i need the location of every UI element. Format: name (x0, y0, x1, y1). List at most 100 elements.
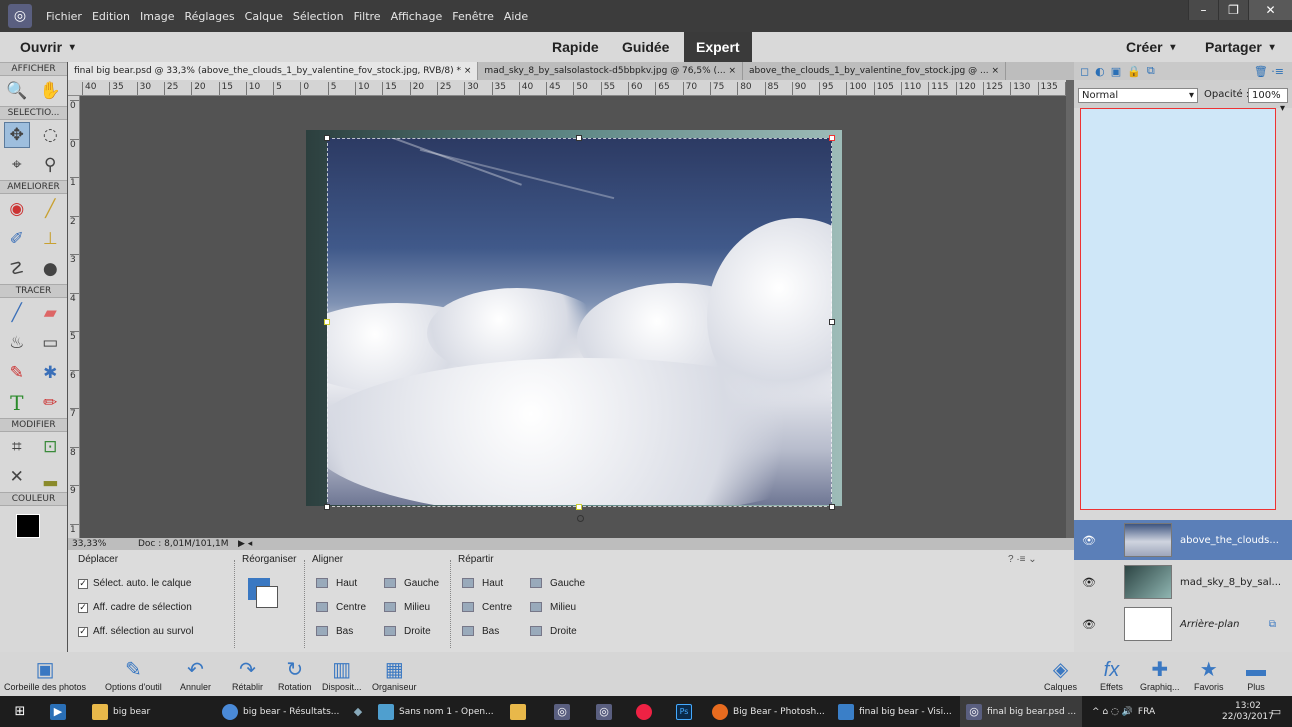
align-center-button[interactable]: Centre (316, 602, 366, 613)
redo-button[interactable]: ↷ Rétablir (232, 658, 263, 692)
start-button[interactable]: ⊞ (12, 696, 28, 727)
layer-above-the-clouds[interactable]: 👁 above_the_clouds... (1074, 520, 1292, 560)
minimize-button[interactable]: – (1188, 0, 1218, 20)
clock[interactable]: 13:02 22/03/2017 (1222, 696, 1274, 727)
transform-handle[interactable] (324, 504, 330, 510)
opacity-field[interactable]: 100% ▾ (1248, 88, 1288, 114)
menu-affichage[interactable]: Affichage (391, 10, 443, 23)
tab-final-big-bear[interactable]: final big bear.psd @ 33,3% (above_the_cl… (68, 62, 479, 80)
show-bounding-box-checkbox[interactable]: ✓ Aff. cadre de sélection (78, 602, 192, 613)
content-move-icon[interactable]: ✕ (4, 464, 30, 490)
transform-handle[interactable] (324, 135, 330, 141)
layer-arriere-plan[interactable]: 👁 Arrière-plan ⧉ (1074, 604, 1292, 644)
menu-fenetre[interactable]: Fenêtre (452, 10, 494, 23)
app-icon[interactable]: ◎ (8, 4, 32, 28)
text-icon[interactable]: T (4, 390, 30, 416)
gradient-icon[interactable]: ▭ (37, 330, 63, 356)
taskbar-big-bear-results[interactable]: big bear - Résultats... (222, 696, 339, 727)
close-icon[interactable]: × (991, 66, 999, 76)
close-icon[interactable]: × (464, 66, 472, 76)
effects-button[interactable]: fx Effets (1100, 658, 1123, 692)
brush-icon[interactable]: ╱ (4, 300, 30, 326)
taskbar-app[interactable]: ◆ (350, 696, 366, 727)
adjustment-layer-icon[interactable]: ◐ (1095, 65, 1105, 78)
transform-handle[interactable] (324, 319, 330, 325)
link-icon[interactable]: ⧉ (1147, 64, 1155, 78)
menu-aide[interactable]: Aide (504, 10, 528, 23)
lock-icon[interactable]: 🔒 (1127, 65, 1141, 78)
distribute-middle-button[interactable]: Milieu (530, 602, 576, 613)
blur-icon[interactable]: ☡ (4, 256, 30, 282)
more-button[interactable]: ▬ Plus (1246, 658, 1266, 692)
menu-reglages[interactable]: Réglages (184, 10, 234, 23)
close-button[interactable]: ✕ (1248, 0, 1292, 20)
photo-bin-button[interactable]: ▣ Corbeille des photos (4, 658, 86, 692)
menu-fichier[interactable]: Fichier (46, 10, 82, 23)
menu-filtre[interactable]: Filtre (354, 10, 381, 23)
distribute-right-button[interactable]: Droite (530, 626, 577, 637)
red-eye-icon[interactable]: ◉ (4, 196, 30, 222)
recompose-icon[interactable]: ⊡ (37, 434, 63, 460)
taskbar-sans-nom[interactable]: Sans nom 1 - Open... (378, 696, 494, 727)
magic-wand-icon[interactable]: ⚲ (37, 152, 63, 178)
new-layer-icon[interactable]: ◻ (1080, 65, 1089, 78)
vertical-scrollbar[interactable] (1066, 80, 1074, 538)
align-left-button[interactable]: Gauche (384, 578, 439, 589)
graphics-button[interactable]: ✚ Graphiq... (1140, 658, 1180, 692)
distribute-center-button[interactable]: Centre (462, 602, 512, 613)
transform-handle[interactable] (829, 319, 835, 325)
taskbar-explorer[interactable] (510, 696, 526, 727)
eye-icon[interactable]: 👁 (1082, 576, 1104, 589)
checkbox-icon[interactable]: ✓ (78, 578, 88, 589)
favorites-button[interactable]: ★ Favoris (1194, 658, 1224, 692)
transform-bounding-box[interactable] (324, 135, 835, 522)
tool-options-button[interactable]: ✎ Options d'outil (105, 658, 162, 692)
menu-selection[interactable]: Sélection (293, 10, 344, 23)
taskbar-big-bear[interactable]: big bear (92, 696, 150, 727)
taskbar-photoshop[interactable]: Ps (676, 696, 692, 727)
taskbar-elements-2[interactable]: ◎ (596, 696, 612, 727)
system-tray[interactable]: ^ ⌂ ◌ 🔊 FRA (1092, 696, 1155, 727)
align-right-button[interactable]: Droite (384, 626, 431, 637)
arrange-icon[interactable] (248, 578, 282, 612)
pencil-icon[interactable]: ✏ (37, 390, 63, 416)
close-icon[interactable]: × (728, 66, 736, 76)
tab-above-clouds[interactable]: above_the_clouds_1_by_valentine_fov_stoc… (743, 62, 1006, 80)
align-top-button[interactable]: Haut (316, 578, 357, 589)
maximize-button[interactable]: ❐ (1218, 0, 1248, 20)
eye-icon[interactable]: 👁 (1082, 534, 1104, 547)
notifications-button[interactable]: ▭ (1268, 696, 1284, 727)
highlight-rollover-checkbox[interactable]: ✓ Aff. sélection au survol (78, 626, 193, 637)
blend-mode-select[interactable]: Normal ▾ (1078, 88, 1198, 103)
taskbar-visionneuse[interactable]: final big bear - Visi... (838, 696, 952, 727)
sponge-icon[interactable]: ● (37, 256, 63, 282)
distribute-left-button[interactable]: Gauche (530, 578, 585, 589)
transform-handle[interactable] (576, 504, 582, 510)
distribute-bottom-button[interactable]: Bas (462, 626, 499, 637)
media-app[interactable]: ▶ (50, 696, 66, 727)
eyedropper-icon[interactable]: ✎ (4, 360, 30, 386)
taskbar-final-big-bear[interactable]: ◎ final big bear.psd ... (960, 696, 1083, 727)
color-swatches[interactable] (0, 506, 67, 552)
rotate-button[interactable]: ↻ Rotation (278, 658, 312, 692)
share-button[interactable]: Partager ▾ (1205, 32, 1275, 62)
crop-icon[interactable]: ⌗ (4, 434, 30, 460)
auto-select-layer-checkbox[interactable]: ✓ Sélect. auto. le calque (78, 578, 191, 589)
menu-image[interactable]: Image (140, 10, 174, 23)
layout-button[interactable]: ▥ Disposit... (322, 658, 362, 692)
taskbar-firefox-big-bear[interactable]: Big Bear - Photosh... (712, 696, 825, 727)
mode-expert[interactable]: Expert (684, 32, 752, 62)
distribute-top-button[interactable]: Haut (462, 578, 503, 589)
organizer-button[interactable]: ▦ Organiseur (372, 658, 417, 692)
help-menu-icon[interactable]: ? ·≡ ⌄ (1008, 554, 1037, 565)
taskbar-elements-1[interactable]: ◎ (554, 696, 570, 727)
hand-icon[interactable]: ✋ (37, 78, 63, 104)
zoom-icon[interactable]: 🔍 (4, 78, 30, 104)
menu-calque[interactable]: Calque (245, 10, 283, 23)
smart-brush-icon[interactable]: ✐ (4, 226, 30, 252)
tab-mad-sky[interactable]: mad_sky_8_by_salsolastock-d5bbpkv.jpg @ … (478, 62, 744, 80)
trash-icon[interactable]: 🗑 ·≡ (1254, 65, 1284, 78)
open-button[interactable]: Ouvrir ▾ (20, 32, 75, 62)
lasso-icon[interactable]: ⌖ (4, 152, 30, 178)
language-indicator[interactable]: FRA (1138, 707, 1155, 717)
